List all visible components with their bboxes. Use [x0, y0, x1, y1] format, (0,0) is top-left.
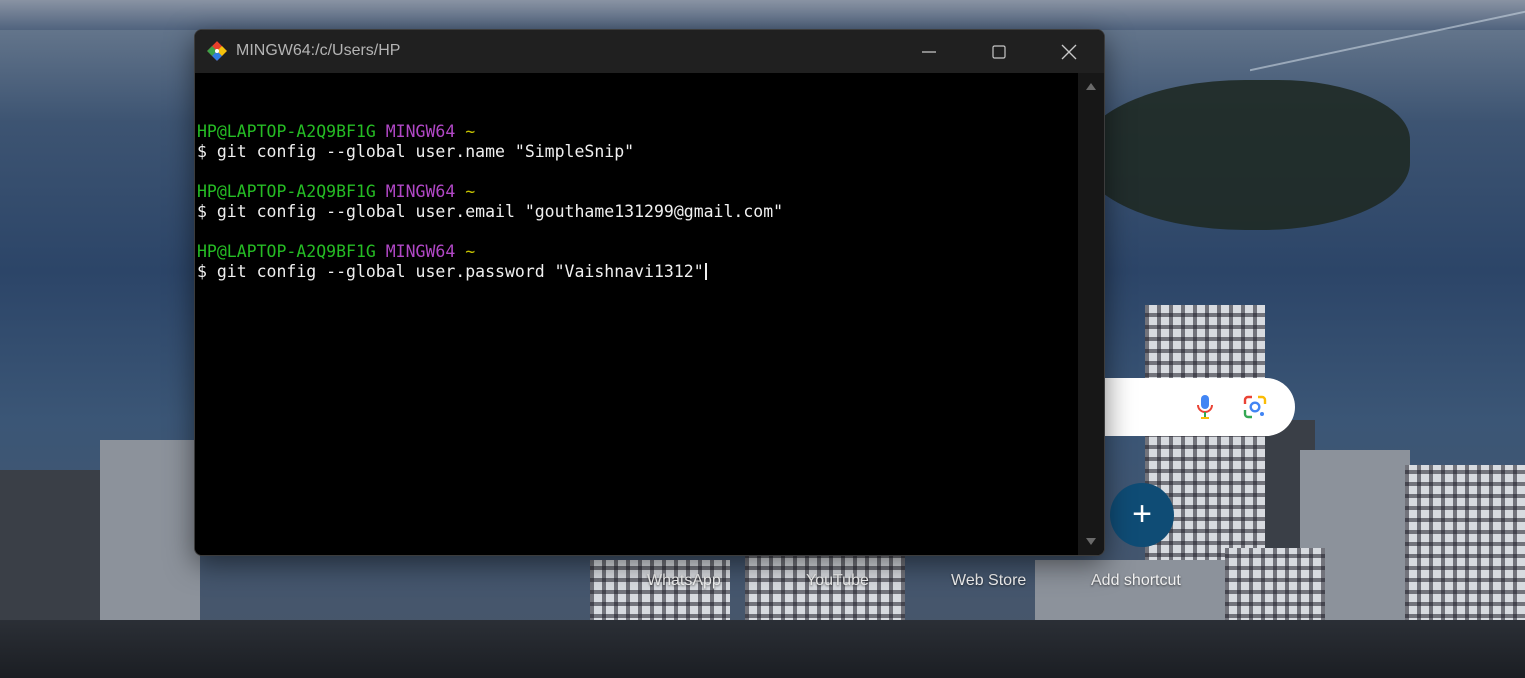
close-button[interactable] [1034, 30, 1104, 73]
add-shortcut-button[interactable]: + [1110, 483, 1174, 547]
mic-icon[interactable] [1195, 394, 1215, 420]
prompt-line: HP@LAPTOP-A2Q9BF1G MINGW64 ~ [197, 182, 475, 202]
plus-icon: + [1132, 494, 1152, 533]
current-command-line[interactable]: $ git config --global user.password "Vai… [197, 262, 707, 282]
env-name: MINGW64 [385, 182, 456, 201]
scroll-down-arrow-icon[interactable] [1086, 538, 1096, 545]
vertical-scrollbar[interactable] [1078, 73, 1104, 555]
minimize-button[interactable] [894, 30, 964, 73]
minimize-icon [922, 50, 936, 53]
user-host: HP@LAPTOP-A2Q9BF1G [197, 242, 376, 261]
shortcut-web-store[interactable]: Web Store [951, 572, 1026, 590]
env-name: MINGW64 [385, 122, 456, 141]
maximize-icon [992, 44, 1006, 59]
terminal-window[interactable]: MINGW64:/c/Users/HP HP@LAPTOP-A2Q9BF1G M… [194, 29, 1105, 556]
shortcut-whatsapp[interactable]: WhatsApp [647, 572, 721, 590]
working-dir: ~ [465, 242, 476, 261]
user-host: HP@LAPTOP-A2Q9BF1G [197, 122, 376, 141]
terminal-output[interactable]: HP@LAPTOP-A2Q9BF1G MINGW64 ~ $ git confi… [195, 73, 1078, 555]
git-bash-icon [207, 41, 227, 61]
working-dir: ~ [465, 182, 476, 201]
prompt-line: HP@LAPTOP-A2Q9BF1G MINGW64 ~ [197, 242, 475, 262]
prompt-line: HP@LAPTOP-A2Q9BF1G MINGW64 ~ [197, 122, 475, 142]
user-host: HP@LAPTOP-A2Q9BF1G [197, 182, 376, 201]
close-icon [1061, 44, 1077, 59]
window-title: MINGW64:/c/Users/HP [236, 42, 401, 59]
command-line: $ git config --global user.name "SimpleS… [197, 142, 635, 161]
google-lens-icon[interactable] [1243, 395, 1267, 419]
text-cursor [704, 263, 707, 280]
env-name: MINGW64 [385, 242, 456, 261]
shortcut-add[interactable]: Add shortcut [1091, 572, 1181, 590]
shortcut-youtube[interactable]: YouTube [806, 572, 869, 590]
title-bar[interactable]: MINGW64:/c/Users/HP [195, 30, 1104, 73]
current-command: $ git config --global user.password "Vai… [197, 262, 704, 281]
maximize-button[interactable] [964, 30, 1034, 73]
working-dir: ~ [465, 122, 476, 141]
command-line: $ git config --global user.email "goutha… [197, 202, 784, 221]
scroll-up-arrow-icon[interactable] [1086, 83, 1096, 90]
